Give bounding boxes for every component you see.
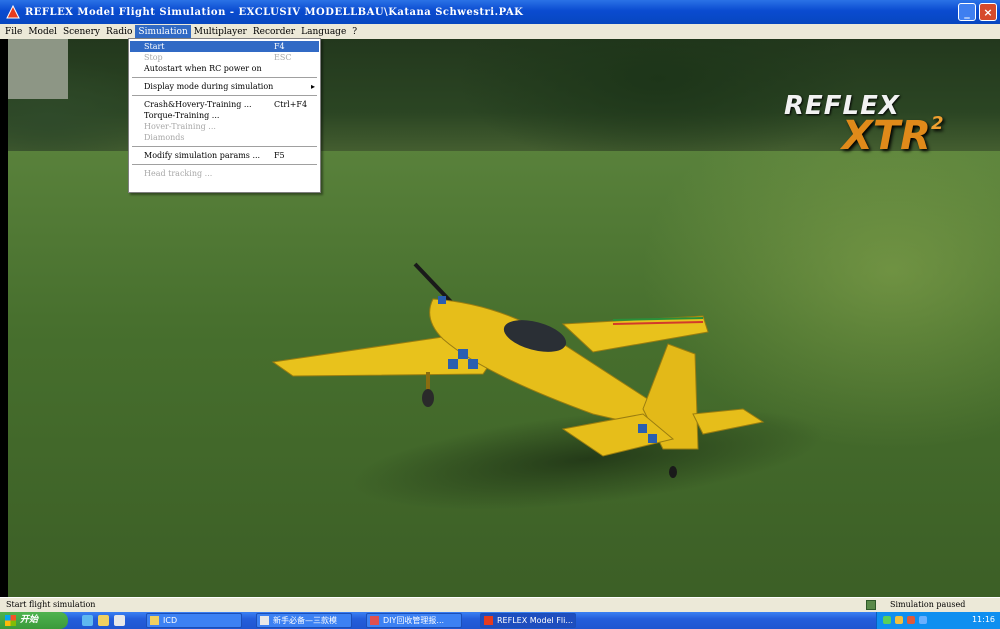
menu-help[interactable]: ? [349, 25, 360, 39]
menu-modify-simulation-params[interactable]: Modify simulation params ... F5 [130, 150, 319, 161]
menu-bar: File Model Scenery Radio Simulation Mult… [0, 24, 1000, 39]
browser-icon [370, 616, 379, 625]
taskbar-item-browser-2[interactable]: DIY回收管理报... [366, 613, 462, 628]
simulation-state: Simulation paused [890, 600, 966, 609]
folder-icon [150, 616, 159, 625]
tray-volume-icon[interactable] [895, 616, 903, 624]
application-window: REFLEX Model Flight Simulation - EXCLUSI… [0, 0, 1000, 629]
menu-display-mode[interactable]: Display mode during simulation ▸ [130, 81, 319, 92]
close-button[interactable]: × [979, 3, 997, 21]
menu-start[interactable]: Start F4 [130, 41, 319, 52]
menu-separator [132, 146, 317, 147]
minimize-button[interactable]: _ [958, 3, 976, 21]
tray-network-icon[interactable] [883, 616, 891, 624]
status-message: Start flight simulation [6, 600, 96, 609]
browser-icon [260, 616, 269, 625]
simulation-status-icon [866, 600, 876, 610]
yellow-airplane-model [271, 262, 765, 478]
menu-torque-training[interactable]: Torque-Training ... [130, 110, 319, 121]
quicklaunch-desktop-icon[interactable] [114, 615, 125, 626]
sky-patch [8, 39, 68, 99]
taskbar-item-folder[interactable]: ICD [146, 613, 242, 628]
window-title: REFLEX Model Flight Simulation - EXCLUSI… [25, 6, 524, 18]
menu-radio[interactable]: Radio [103, 25, 135, 39]
tray-app-icon[interactable] [907, 616, 915, 624]
close-icon: × [983, 5, 993, 19]
menu-language[interactable]: Language [298, 25, 349, 39]
windows-taskbar: 开始 ICD 新手必备—三款模 DIY回收管理报... REFLEX Model… [0, 612, 1000, 629]
windows-logo-icon [5, 615, 16, 626]
logo-xtr-text: XTR2 [842, 113, 944, 159]
status-bar: Start flight simulation Simulation pause… [0, 597, 1000, 612]
quicklaunch-ie-icon[interactable] [82, 615, 93, 626]
title-bar[interactable]: REFLEX Model Flight Simulation - EXCLUSI… [0, 0, 1000, 24]
menu-multiplayer[interactable]: Multiplayer [191, 25, 250, 39]
reflex-app-icon [484, 616, 493, 625]
start-button[interactable]: 开始 [0, 612, 68, 629]
minimize-icon: _ [964, 5, 970, 19]
reflex-xtr2-logo: REFLEX XTR2 [784, 89, 954, 169]
menu-file[interactable]: File [2, 25, 25, 39]
taskbar-clock[interactable]: 11:16 [972, 615, 995, 624]
taskbar-item-reflex[interactable]: REFLEX Model Fli... [480, 613, 576, 628]
tray-im-icon[interactable] [919, 616, 927, 624]
reflex-app-icon [6, 5, 20, 19]
taskbar-item-browser-1[interactable]: 新手必备—三款模 [256, 613, 352, 628]
simulation-dropdown-menu: Start F4 Stop ESC Autostart when RC powe… [128, 38, 321, 193]
submenu-arrow-icon: ▸ [310, 82, 315, 91]
menu-separator [132, 77, 317, 78]
quicklaunch-explorer-icon[interactable] [98, 615, 109, 626]
menu-diamonds[interactable]: Diamonds [130, 132, 319, 143]
menu-crash-hovery-training[interactable]: Crash&Hovery-Training ... Ctrl+F4 [130, 99, 319, 110]
menu-stop[interactable]: Stop ESC [130, 52, 319, 63]
menu-head-tracking[interactable]: Head tracking ... [130, 168, 319, 179]
menu-separator [132, 164, 317, 165]
system-tray: 11:16 [876, 612, 1000, 629]
menu-scenery[interactable]: Scenery [60, 25, 103, 39]
menu-hover-training[interactable]: Hover-Training ... [130, 121, 319, 132]
menu-simulation[interactable]: Simulation [135, 24, 191, 39]
menu-recorder[interactable]: Recorder [250, 25, 298, 39]
menu-separator [132, 95, 317, 96]
menu-autostart[interactable]: Autostart when RC power on [130, 63, 319, 74]
menu-model[interactable]: Model [25, 25, 60, 39]
